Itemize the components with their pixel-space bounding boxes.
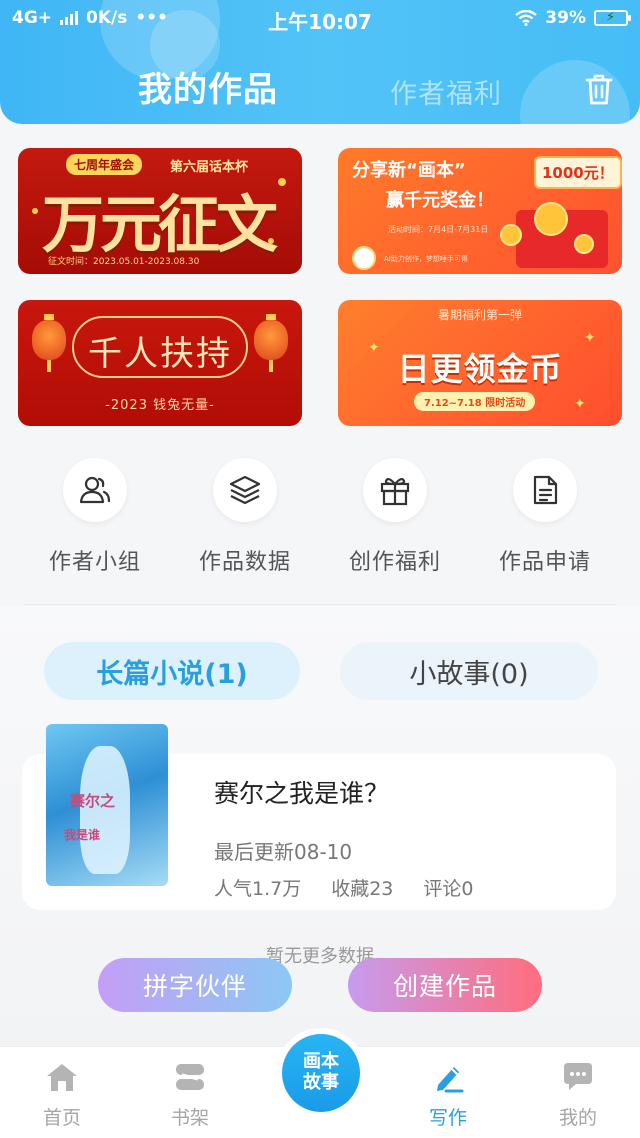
huaben-story-badge: 画本 故事 xyxy=(282,1034,360,1112)
gift-icon xyxy=(363,458,427,522)
comments-count: 评论0 xyxy=(423,878,474,900)
word-partner-button[interactable]: 拼字伙伴 xyxy=(98,958,292,1012)
center-label-line2: 故事 xyxy=(303,1072,339,1093)
nav-mine[interactable]: 我的 xyxy=(528,1059,628,1130)
prize-badge: 1000元！ xyxy=(534,156,622,189)
banner-daily-update-coins[interactable]: 暑期福利第一弹 ✦ ✦ ✦ 日更领金币 7.12~7.18 限时活动 xyxy=(338,300,622,426)
tab-short-stories[interactable]: 小故事(0) xyxy=(340,642,598,700)
quick-action-label: 作品数据 xyxy=(198,550,291,575)
center-label-line1: 画本 xyxy=(303,1051,339,1073)
work-cover-image[interactable]: 赛尔之 我是谁 xyxy=(46,724,168,886)
banner-share-huaben[interactable]: 分享新“画本” 赢千元奖金！ 活动时间：7月4日-7月31日 AI助力创作，梦想… xyxy=(338,148,622,274)
nav-label: 写作 xyxy=(428,1107,467,1129)
users-icon xyxy=(63,458,127,522)
banner-note: AI助力创作，梦想唾手可得 xyxy=(384,255,468,263)
create-work-button[interactable]: 创建作品 xyxy=(348,958,542,1012)
no-more-data-text: 暂无更多数据 xyxy=(266,946,374,967)
quick-action-author-group[interactable]: 作者小组 xyxy=(20,458,170,576)
wifi-icon xyxy=(515,10,538,26)
coin-icon xyxy=(500,224,522,246)
banner-line2: 赢千元奖金！ xyxy=(386,190,494,211)
quick-action-work-data[interactable]: 作品数据 xyxy=(170,458,320,576)
huaben-story-button[interactable]: 画本 故事 xyxy=(276,1028,366,1118)
quick-action-work-application[interactable]: 作品申请 xyxy=(470,458,620,576)
bookshelf-icon xyxy=(140,1059,240,1095)
trash-icon[interactable] xyxy=(584,72,614,106)
nav-bookshelf[interactable]: 书架 xyxy=(140,1059,240,1130)
quick-action-label: 作者小组 xyxy=(48,550,141,575)
banner-date: 征文时间：2023.05.01-2023.08.30 xyxy=(48,257,200,267)
nav-write[interactable]: 写作 xyxy=(398,1059,498,1130)
sparkle-decoration xyxy=(32,208,38,214)
nav-label: 首页 xyxy=(42,1107,81,1129)
coin-icon xyxy=(534,202,568,236)
tab-novels[interactable]: 长篇小说(1) xyxy=(44,642,300,700)
coin-icon xyxy=(574,234,594,254)
quick-action-label: 创作福利 xyxy=(348,550,441,575)
work-stats: 人气1.7万 收藏23 评论0 xyxy=(214,874,474,901)
mascot-icon xyxy=(352,246,376,270)
banner-thousand-support[interactable]: 千人扶持 -2023 钱兔无量- xyxy=(18,300,302,426)
banner-title: 日更领金币 xyxy=(397,350,563,388)
banner-subtitle: -2023 钱兔无量- xyxy=(105,398,215,413)
favorites-count: 收藏23 xyxy=(331,878,394,900)
popularity-count: 人气1.7万 xyxy=(214,878,302,900)
status-bar: 4G+ 0K/s ••• 上午10:07 39% ⚡ xyxy=(0,0,640,38)
banner-top-text: 暑期福利第一弹 xyxy=(437,308,522,322)
cover-text: 赛尔之 xyxy=(70,792,116,810)
document-icon xyxy=(513,458,577,522)
battery-icon: ⚡ xyxy=(594,10,631,26)
banner-line1: 分享新“画本” xyxy=(352,160,466,181)
banner-title: 千人扶持 xyxy=(88,334,232,374)
nav-label: 我的 xyxy=(558,1107,597,1129)
tab-my-works[interactable]: 我的作品 xyxy=(138,62,278,111)
tab-author-benefits[interactable]: 作者福利 xyxy=(390,72,502,111)
divider xyxy=(24,604,616,605)
quick-action-label: 作品申请 xyxy=(498,550,591,575)
home-icon xyxy=(12,1059,112,1095)
banner-essay-contest[interactable]: 七周年盛会 第六届话本杯 万元征文 征文时间：2023.05.01-2023.0… xyxy=(18,148,302,274)
work-title[interactable]: 赛尔之我是谁？ xyxy=(214,774,389,810)
chat-bubble-icon xyxy=(528,1059,628,1095)
work-last-updated: 最后更新08-10 xyxy=(214,840,353,864)
nav-label: 书架 xyxy=(170,1107,209,1129)
sparkle-decoration xyxy=(278,178,286,186)
pen-icon xyxy=(398,1059,498,1095)
cover-text: 我是谁 xyxy=(64,828,101,842)
sparkle-decoration: ✦ xyxy=(574,396,586,412)
nav-home[interactable]: 首页 xyxy=(12,1059,112,1130)
banner-date: 7.12~7.18 限时活动 xyxy=(414,392,536,411)
contest-name: 第六届话本杯 xyxy=(170,160,249,175)
banner-title: 万元征文 xyxy=(42,188,278,261)
quick-action-creation-benefits[interactable]: 创作福利 xyxy=(320,458,470,576)
banner-date: 活动时间：7月4日-7月31日 xyxy=(388,225,489,234)
battery-percent: 39% xyxy=(545,8,586,28)
layers-icon xyxy=(213,458,277,522)
anniversary-badge: 七周年盛会 xyxy=(66,154,143,175)
header: 4G+ 0K/s ••• 上午10:07 39% ⚡ 我的作品 作者福利 xyxy=(0,0,640,124)
